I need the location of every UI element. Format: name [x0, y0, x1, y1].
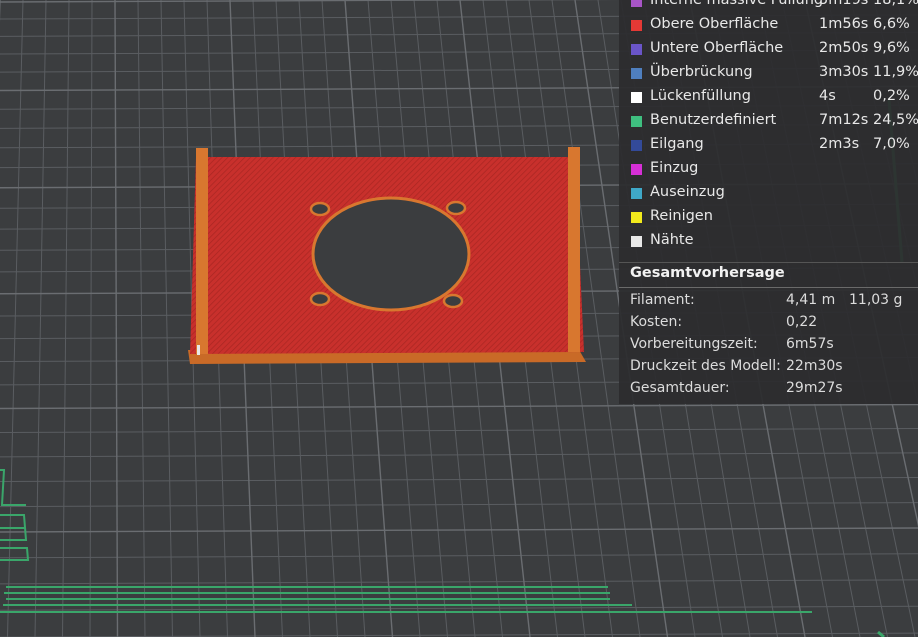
- total-row-value: 29m27s: [786, 380, 843, 396]
- legend-item-label: Interne massive Füllung: [650, 0, 824, 8]
- total-estimate-section: Gesamtvorhersage Filament: 4,41 m 11,03 g K…: [619, 262, 918, 396]
- total-row-value: 4,41 m: [786, 292, 836, 308]
- legend-item-label: Obere Oberfläche: [650, 16, 779, 32]
- total-row-value-secondary: 11,03 g: [849, 292, 903, 308]
- total-row-value: 6m57s: [786, 336, 834, 352]
- legend-item-time: 3m30s: [819, 64, 869, 80]
- legend-item-label: Auseinzug: [650, 184, 725, 200]
- legend-item-label: Untere Oberfläche: [650, 40, 784, 56]
- legend-color-swatch: [631, 116, 642, 127]
- legend-item: Obere Oberfläche 1m56s 6,6%: [619, 14, 918, 38]
- total-estimate-row: Gesamtdauer: 29m27s: [619, 378, 918, 400]
- legend-item-label: Überbrückung: [650, 64, 753, 80]
- legend-color-swatch: [631, 140, 642, 151]
- total-row-value: 22m30s: [786, 358, 843, 374]
- total-row-label: Filament:: [630, 292, 695, 308]
- divider: [619, 287, 918, 288]
- total-row-label: Vorbereitungszeit:: [630, 336, 758, 352]
- legend-item-time: 1m56s: [819, 16, 869, 32]
- total-row-label: Druckzeit des Modell:: [630, 358, 781, 374]
- legend-color-swatch: [631, 20, 642, 31]
- legend-item-percent: 7,0%: [873, 136, 910, 152]
- legend-color-swatch: [631, 164, 642, 175]
- legend-item: Überbrückung 3m30s 11,9%: [619, 62, 918, 86]
- total-estimate-row: Filament: 4,41 m 11,03 g: [619, 290, 918, 312]
- legend-item-time: 2m50s: [819, 40, 869, 56]
- legend-item: Auseinzug: [619, 182, 918, 206]
- legend-item-time: 5m19s: [819, 0, 869, 8]
- legend-item: Untere Oberfläche 2m50s 9,6%: [619, 38, 918, 62]
- legend-item-label: Lückenfüllung: [650, 88, 751, 104]
- legend-item: Eilgang 2m3s 7,0%: [619, 134, 918, 158]
- legend-item-label: Eilgang: [650, 136, 704, 152]
- legend-item-label: Einzug: [650, 160, 699, 176]
- legend-item: Nähte: [619, 230, 918, 254]
- legend-item-percent: 0,2%: [873, 88, 910, 104]
- legend-item-percent: 24,5%: [873, 112, 918, 128]
- total-estimate-title: Gesamtvorhersage: [630, 265, 785, 281]
- total-row-label: Gesamtdauer:: [630, 380, 730, 396]
- total-estimate-row: Druckzeit des Modell: 22m30s: [619, 356, 918, 378]
- legend-item-percent: 18,1%: [873, 0, 918, 8]
- legend-color-swatch: [631, 212, 642, 223]
- legend-item-label: Nähte: [650, 232, 694, 248]
- legend-panel: Interne massive Füllung 5m19s 18,1% Obere O…: [619, 0, 918, 404]
- legend-item: Interne massive Füllung 5m19s 18,1%: [619, 0, 918, 14]
- legend-item-time: 4s: [819, 88, 836, 104]
- legend-color-swatch: [631, 44, 642, 55]
- model-plate[interactable]: [188, 147, 586, 364]
- legend-color-swatch: [631, 68, 642, 79]
- legend-color-swatch: [631, 0, 642, 7]
- legend-color-swatch: [631, 92, 642, 103]
- legend-item: Reinigen: [619, 206, 918, 230]
- legend-item: Lückenfüllung 4s 0,2%: [619, 86, 918, 110]
- legend-item-label: Reinigen: [650, 208, 713, 224]
- legend-item-percent: 6,6%: [873, 16, 910, 32]
- legend-item-time: 2m3s: [819, 136, 860, 152]
- legend-color-swatch: [631, 188, 642, 199]
- legend-item-percent: 11,9%: [873, 64, 918, 80]
- total-row-value: 0,22: [786, 314, 818, 330]
- legend-item: Benutzerdefiniert 7m12s 24,5%: [619, 110, 918, 134]
- total-row-label: Kosten:: [630, 314, 683, 330]
- legend-item-time: 7m12s: [819, 112, 869, 128]
- total-estimate-row: Vorbereitungszeit: 6m57s: [619, 334, 918, 356]
- total-estimate-row: Kosten: 0,22: [619, 312, 918, 334]
- legend-item: Einzug: [619, 158, 918, 182]
- legend-item-percent: 9,6%: [873, 40, 910, 56]
- legend-color-swatch: [631, 236, 642, 247]
- legend-item-label: Benutzerdefiniert: [650, 112, 777, 128]
